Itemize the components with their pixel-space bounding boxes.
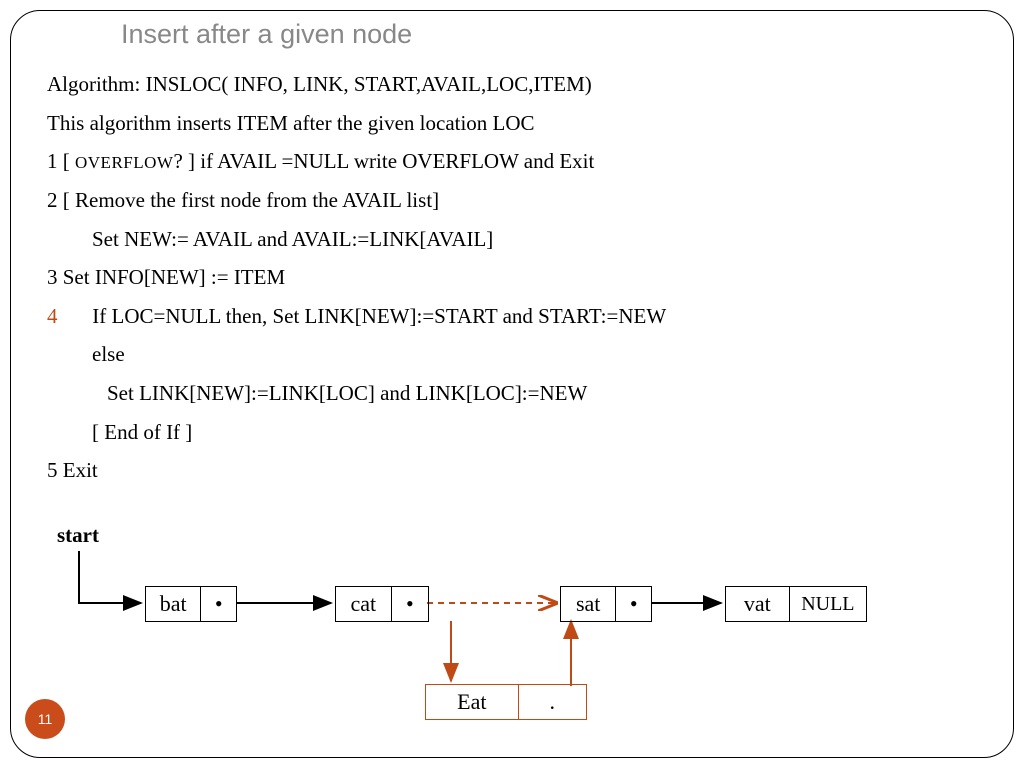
algo-step4-else: else — [47, 337, 987, 372]
algo-step4: 4 If LOC=NULL then, Set LINK[NEW]:=START… — [47, 299, 987, 334]
linked-list-diagram: bat • cat • sat • vat NULL Eat . — [11, 541, 1011, 751]
step4-num: 4 — [47, 299, 65, 334]
node-sat: sat • — [560, 586, 652, 622]
node-vat-link: NULL — [789, 587, 866, 621]
node-bat-info: bat — [146, 587, 200, 621]
step1-rest: ? ] if AVAIL =NULL write OVERFLOW and Ex… — [173, 149, 594, 173]
node-eat: Eat . — [425, 684, 587, 720]
algo-step3: 3 Set INFO[NEW] := ITEM — [47, 260, 987, 295]
algo-step4-end: [ End of If ] — [47, 415, 987, 450]
algo-desc: This algorithm inserts ITEM after the gi… — [47, 106, 987, 141]
slide-title: Insert after a given node — [121, 19, 412, 50]
step4-text: If LOC=NULL then, Set LINK[NEW]:=START a… — [70, 304, 666, 328]
node-cat: cat • — [335, 586, 429, 622]
node-vat: vat NULL — [725, 586, 867, 622]
node-cat-info: cat — [336, 587, 391, 621]
algo-step5: 5 Exit — [47, 453, 987, 488]
algorithm-body: Algorithm: INSLOC( INFO, LINK, START,AVA… — [47, 67, 987, 492]
node-vat-info: vat — [726, 587, 789, 621]
step1-prefix: 1 [ — [47, 149, 75, 173]
algo-step1: 1 [ OVERFLOW? ] if AVAIL =NULL write OVE… — [47, 144, 987, 179]
algo-step4-set: Set LINK[NEW]:=LINK[LOC] and LINK[LOC]:=… — [47, 376, 987, 411]
node-sat-info: sat — [561, 587, 615, 621]
algo-step2-set: Set NEW:= AVAIL and AVAIL:=LINK[AVAIL] — [47, 222, 987, 257]
node-sat-link: • — [615, 587, 651, 621]
algo-header: Algorithm: INSLOC( INFO, LINK, START,AVA… — [47, 67, 987, 102]
node-cat-link: • — [391, 587, 428, 621]
slide-frame: Insert after a given node Algorithm: INS… — [10, 10, 1014, 758]
page-number-badge: 11 — [25, 699, 65, 739]
algo-step2: 2 [ Remove the first node from the AVAIL… — [47, 183, 987, 218]
node-eat-link: . — [518, 685, 586, 719]
node-eat-info: Eat — [426, 685, 518, 719]
node-bat-link: • — [200, 587, 236, 621]
step1-overflow: OVERFLOW — [75, 153, 173, 172]
node-bat: bat • — [145, 586, 237, 622]
